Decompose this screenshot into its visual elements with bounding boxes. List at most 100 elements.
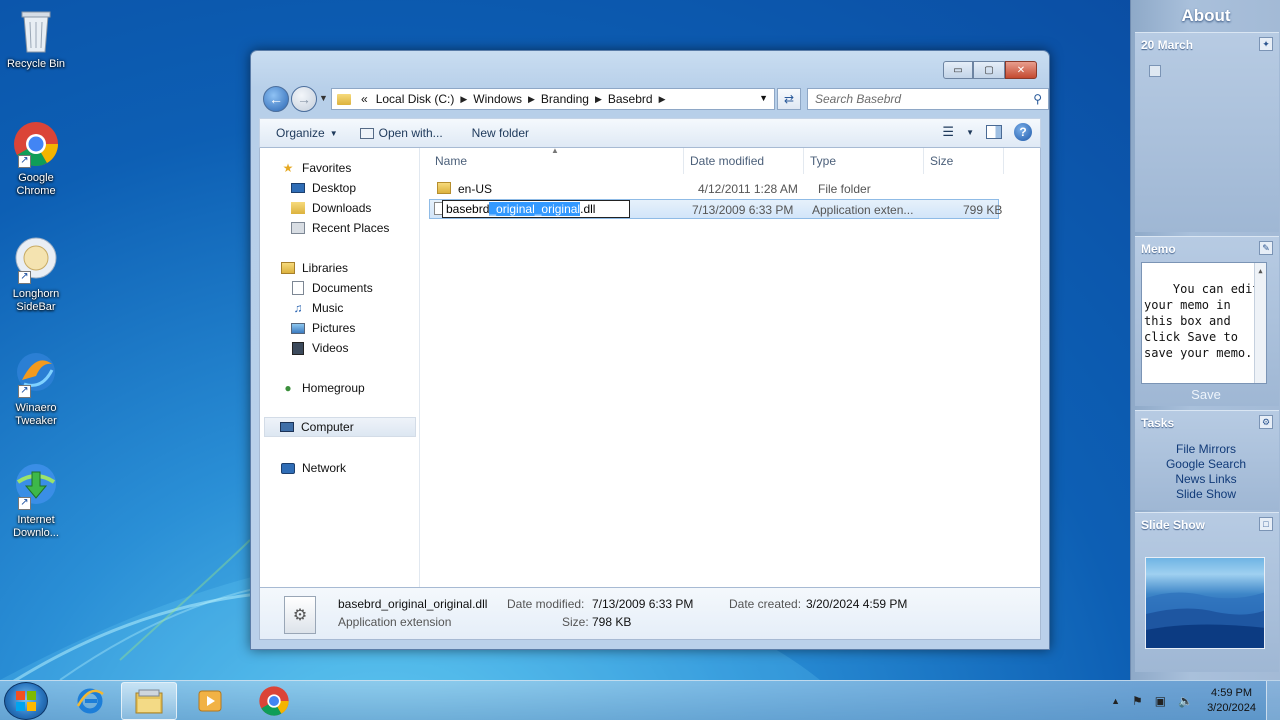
organize-button[interactable]: Organize ▼ bbox=[260, 126, 349, 140]
recent-places-icon bbox=[290, 221, 306, 235]
recent-pages-dropdown[interactable]: ▼ bbox=[319, 93, 328, 103]
slideshow-image[interactable] bbox=[1145, 557, 1265, 649]
explorer-content: ★ Favorites Desktop Downloads Recent Pla… bbox=[259, 146, 1041, 588]
file-type: Application exten... bbox=[812, 203, 914, 217]
show-desktop-button[interactable] bbox=[1266, 681, 1280, 720]
memo-settings-icon[interactable]: ✎ bbox=[1259, 241, 1273, 255]
nav-videos-label: Videos bbox=[312, 341, 349, 355]
taskbar-windows-explorer[interactable] bbox=[121, 682, 177, 720]
search-icon[interactable]: ⚲ bbox=[1033, 92, 1042, 106]
breadcrumb-overflow[interactable]: « bbox=[357, 92, 372, 106]
close-icon: ✕ bbox=[1016, 64, 1026, 76]
address-bar[interactable]: « Local Disk (C:) ▶ Windows ▶ Branding ▶… bbox=[331, 88, 775, 110]
details-pane: ⚙ basebrd_original_original.dll Applicat… bbox=[259, 588, 1041, 640]
details-filetype: Application extension bbox=[338, 615, 452, 629]
broken-image-icon bbox=[1149, 65, 1161, 77]
memo-scrollbar[interactable]: ▲▼ bbox=[1254, 263, 1266, 451]
taskbar-google-chrome[interactable] bbox=[246, 682, 302, 720]
nav-network[interactable]: Network bbox=[280, 458, 438, 478]
recycle-bin-icon bbox=[12, 6, 60, 54]
nav-downloads-label: Downloads bbox=[312, 201, 372, 215]
nav-favorites[interactable]: ★ Favorites bbox=[280, 158, 438, 178]
new-folder-button[interactable]: New folder bbox=[454, 126, 540, 140]
desktop-icon-label: Winaero Tweaker bbox=[15, 402, 57, 427]
task-link-news-links[interactable]: News Links bbox=[1131, 472, 1280, 486]
shortcut-arrow-icon: ↗ bbox=[18, 271, 31, 284]
nav-desktop-label: Desktop bbox=[312, 181, 357, 195]
music-icon: ♫ bbox=[293, 301, 303, 315]
help-icon[interactable]: ? bbox=[1014, 123, 1032, 141]
tasks-settings-icon[interactable]: ⚙ bbox=[1259, 415, 1273, 429]
breadcrumb-local-disk[interactable]: Local Disk (C:) bbox=[372, 92, 459, 106]
task-link-file-mirrors[interactable]: File Mirrors bbox=[1131, 442, 1280, 456]
nav-documents-label: Documents bbox=[312, 281, 373, 295]
refresh-button[interactable]: ⇄ bbox=[777, 88, 801, 110]
gadget-settings-icon[interactable]: ✦ bbox=[1259, 37, 1273, 51]
start-button[interactable] bbox=[4, 682, 48, 720]
nav-libraries[interactable]: Libraries bbox=[280, 258, 438, 278]
show-hidden-icons-icon[interactable]: ▲ bbox=[1111, 696, 1120, 706]
address-dropdown-icon[interactable]: ▼ bbox=[759, 93, 768, 103]
nav-homegroup[interactable]: ● Homegroup bbox=[280, 378, 438, 398]
search-input[interactable]: Search Basebrd ⚲ bbox=[807, 88, 1049, 110]
taskbar-internet-explorer[interactable] bbox=[62, 682, 118, 720]
column-header-name[interactable]: Name ▲ bbox=[429, 146, 684, 174]
details-created-label: Date created: bbox=[729, 597, 802, 611]
explorer-window: ▭ ▢ ✕ ← → ▼ « Local Disk (C:) ▶ Windows … bbox=[250, 50, 1050, 650]
slideshow-settings-icon[interactable]: □ bbox=[1259, 517, 1273, 531]
clock-time: 4:59 PM bbox=[1211, 687, 1253, 699]
chevron-right-icon[interactable]: ▶ bbox=[657, 94, 668, 105]
breadcrumb-basebrd[interactable]: Basebrd bbox=[604, 92, 657, 106]
column-header-date[interactable]: Date modified bbox=[684, 148, 804, 174]
task-link-google-search[interactable]: Google Search bbox=[1131, 457, 1280, 471]
breadcrumb-windows[interactable]: Windows bbox=[469, 92, 526, 106]
task-link-slide-show[interactable]: Slide Show bbox=[1131, 487, 1280, 501]
file-size: 799 KB bbox=[963, 203, 1003, 217]
desktop-icon-recycle-bin[interactable]: Recycle Bin bbox=[4, 6, 68, 71]
taskbar-clock[interactable]: 4:59 PM 3/20/2024 bbox=[1207, 686, 1256, 716]
chevron-right-icon[interactable]: ▶ bbox=[593, 94, 604, 105]
column-date-label: Date modified bbox=[690, 154, 765, 168]
longhorn-sidebar-icon: ↗ bbox=[12, 236, 60, 284]
chevron-down-icon: ▼ bbox=[329, 128, 338, 138]
desktop-icon-internet-download-manager[interactable]: ↗ Internet Downlo... bbox=[4, 462, 68, 540]
dll-file-icon: ⚙ bbox=[284, 596, 316, 634]
libraries-icon bbox=[280, 261, 296, 275]
column-header-size[interactable]: Size bbox=[924, 148, 1004, 174]
clock-gadget: 20 March ✦ bbox=[1135, 32, 1279, 232]
column-header-type[interactable]: Type bbox=[804, 148, 924, 174]
breadcrumb-branding[interactable]: Branding bbox=[537, 92, 593, 106]
view-dropdown-icon[interactable]: ▼ bbox=[966, 128, 974, 137]
volume-muted-icon[interactable]: 🔈 bbox=[1178, 694, 1193, 708]
maximize-button[interactable]: ▢ bbox=[973, 61, 1005, 79]
file-row-en-us[interactable]: en-US 4/12/2011 1:28 AM File folder bbox=[429, 179, 999, 199]
desktop-icon-google-chrome[interactable]: ↗ Google Chrome bbox=[4, 120, 68, 198]
memo-save-button[interactable]: Save bbox=[1131, 387, 1280, 402]
minimize-button[interactable]: ▭ bbox=[943, 61, 973, 79]
action-center-flag-icon[interactable]: ⚑ bbox=[1132, 694, 1143, 708]
network-status-icon[interactable]: ▣ bbox=[1155, 694, 1166, 708]
open-with-button[interactable]: Open with... bbox=[349, 126, 454, 140]
documents-icon bbox=[290, 281, 306, 295]
network-icon bbox=[280, 461, 296, 475]
nav-favorites-label: Favorites bbox=[302, 161, 352, 175]
nav-recent-places-label: Recent Places bbox=[312, 221, 390, 235]
file-type: File folder bbox=[818, 182, 871, 196]
nav-computer[interactable]: Computer bbox=[264, 417, 416, 437]
details-created-value: 3/20/2024 4:59 PM bbox=[806, 597, 908, 611]
preview-pane-icon[interactable] bbox=[986, 125, 1002, 139]
back-button[interactable]: ← bbox=[263, 86, 289, 112]
memo-textarea[interactable]: You can edit your memo in this box and c… bbox=[1141, 262, 1267, 451]
gadget-date: 20 March bbox=[1141, 38, 1194, 52]
change-view-icon[interactable]: ☰ bbox=[942, 124, 954, 140]
forward-button[interactable]: → bbox=[291, 86, 317, 112]
desktop-icon-winaero-tweaker[interactable]: ↗ Winaero Tweaker bbox=[4, 350, 68, 428]
chevron-right-icon[interactable]: ▶ bbox=[458, 94, 469, 105]
close-button[interactable]: ✕ bbox=[1005, 61, 1037, 79]
details-size-label: Size: bbox=[562, 615, 589, 629]
taskbar-media-player[interactable] bbox=[182, 682, 238, 720]
rename-input[interactable]: basebrd_original_original.dll bbox=[442, 200, 630, 218]
chevron-right-icon[interactable]: ▶ bbox=[526, 94, 537, 105]
file-row-basebrd[interactable]: basebrd_original_original.dll 7/13/2009 … bbox=[429, 199, 1003, 219]
desktop-icon-longhorn-sidebar[interactable]: ↗ Longhorn SideBar bbox=[4, 236, 68, 314]
